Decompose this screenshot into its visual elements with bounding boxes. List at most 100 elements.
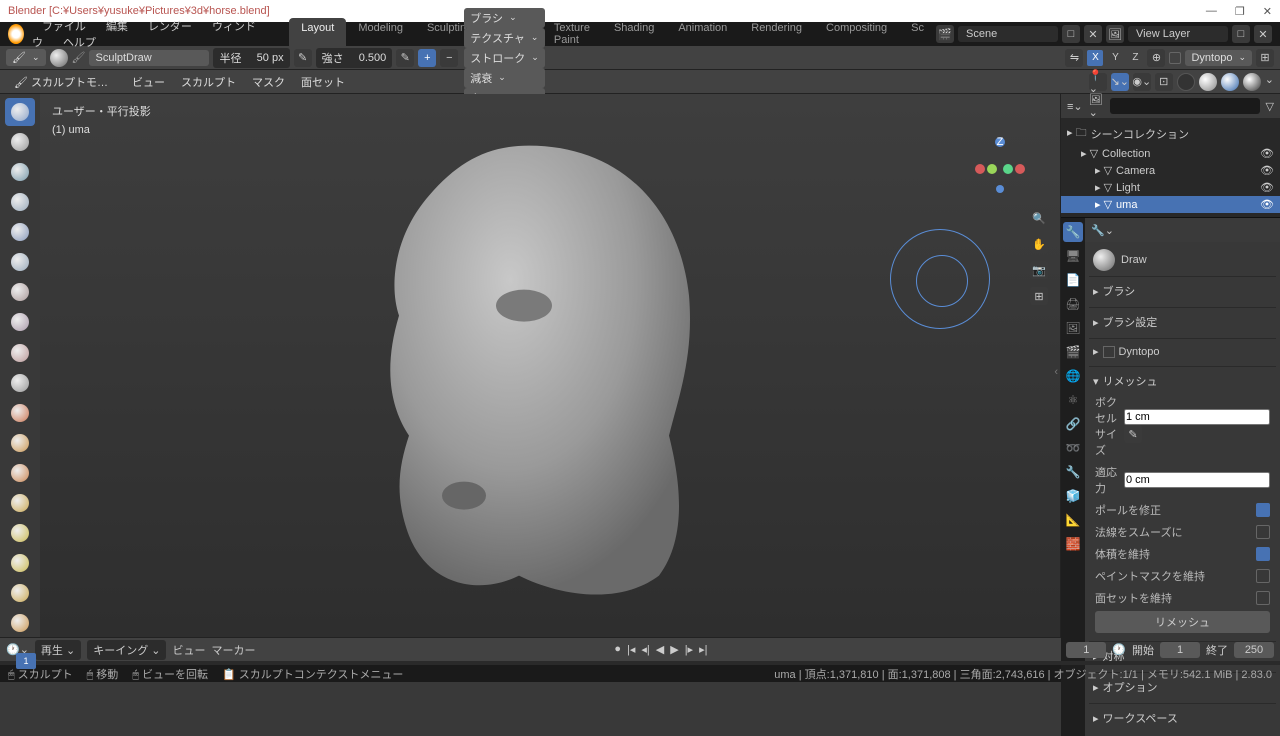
viewlayer-delete-icon[interactable]: ✕	[1254, 25, 1272, 43]
sculpt-tool-12[interactable]	[5, 459, 35, 487]
viewlayer-field[interactable]: View Layer	[1128, 26, 1228, 42]
mode-dropdown[interactable]: 🖌	[6, 49, 46, 66]
hdr-menu-マスク[interactable]: マスク	[244, 75, 293, 91]
hdr-menu-スカルプト[interactable]: スカルプト	[173, 75, 244, 91]
prop-tab-10[interactable]: 🔧	[1063, 462, 1083, 482]
dyntopo-checkbox[interactable]	[1169, 52, 1181, 64]
outliner-filter-icon[interactable]: ▽	[1266, 100, 1274, 113]
prop-tab-13[interactable]: 🧱	[1063, 534, 1083, 554]
fix-poles-checkbox[interactable]	[1256, 503, 1270, 517]
prop-tab-5[interactable]: 🎬	[1063, 342, 1083, 362]
shading-matprev-icon[interactable]	[1221, 73, 1239, 91]
end-frame-field[interactable]: 250	[1234, 642, 1274, 658]
radius-field[interactable]: 50 px	[257, 52, 284, 64]
outliner-item-uma[interactable]: ▸ ▽ uma👁	[1061, 196, 1280, 213]
brush-browse-icon[interactable]: 🖌	[72, 51, 86, 64]
zoom-icon[interactable]: 🔍	[1030, 209, 1048, 227]
direction-add-button[interactable]: +	[418, 49, 436, 67]
direction-subtract-button[interactable]: −	[440, 49, 458, 67]
prop-tab-12[interactable]: 📐	[1063, 510, 1083, 530]
workspace-tab-rendering[interactable]: Rendering	[739, 18, 814, 50]
sculpt-tool-10[interactable]	[5, 399, 35, 427]
sculpt-tool-4[interactable]	[5, 218, 35, 246]
jump-start-icon[interactable]: |◂	[625, 643, 637, 656]
tool-menu-テクスチャ[interactable]: テクスチャ	[464, 28, 545, 48]
overlay-toggle-icon[interactable]: ◉⌄	[1133, 73, 1151, 91]
sculpt-tool-2[interactable]	[5, 158, 35, 186]
pan-icon[interactable]: ✋	[1030, 235, 1048, 253]
section-dyntopo[interactable]: ▸ Dyntopo	[1091, 343, 1274, 360]
sculpt-tool-14[interactable]	[5, 519, 35, 547]
nav-gizmo[interactable]: Z	[970, 134, 1030, 194]
prop-tab-11[interactable]: 🧊	[1063, 486, 1083, 506]
adaptivity-field[interactable]	[1124, 472, 1270, 488]
hdr-menu-ビュー[interactable]: ビュー	[124, 75, 173, 91]
next-key-icon[interactable]: |▸	[683, 643, 695, 656]
prop-tab-2[interactable]: 📄	[1063, 270, 1083, 290]
gizmo-toggle-icon[interactable]: ↘⌄	[1111, 73, 1129, 91]
sculpt-tool-15[interactable]	[5, 549, 35, 577]
brush-thumb-icon[interactable]	[1093, 249, 1115, 271]
sculpt-tool-13[interactable]	[5, 489, 35, 517]
smooth-normals-checkbox[interactable]	[1256, 525, 1270, 539]
voxel-eyedropper-icon[interactable]: ✎	[1124, 425, 1142, 443]
sculpt-tool-9[interactable]	[5, 369, 35, 397]
workspace-tab-modeling[interactable]: Modeling	[346, 18, 415, 50]
mirror-icon[interactable]: ⇋	[1065, 49, 1083, 67]
keying-dropdown[interactable]: キーイング ⌄	[87, 640, 166, 660]
sculpt-tool-3[interactable]	[5, 188, 35, 216]
workspace-tab-sc[interactable]: Sc	[899, 18, 936, 50]
viewlayer-browse-icon[interactable]: 🖼	[1106, 25, 1124, 43]
shading-wireframe-icon[interactable]	[1177, 73, 1195, 91]
camera-view-icon[interactable]: 📷	[1030, 261, 1048, 279]
dyntopo-dropdown[interactable]: Dyntopo	[1185, 50, 1252, 66]
strength-pressure-icon[interactable]: ✎	[396, 49, 414, 67]
section-brush-settings[interactable]: ▸ ブラシ設定	[1091, 312, 1274, 332]
sculpt-tool-8[interactable]	[5, 339, 35, 367]
scene-new-icon[interactable]: □	[1062, 25, 1080, 43]
mirror-x-button[interactable]: X	[1087, 50, 1103, 66]
outliner-scene-collection[interactable]: ▸ 🗀 シーンコレクション	[1061, 122, 1280, 145]
timeline-marker-menu[interactable]: マーカー	[211, 642, 255, 658]
prop-tab-4[interactable]: 🖼	[1063, 318, 1083, 338]
section-brush[interactable]: ▸ ブラシ	[1091, 281, 1274, 301]
outliner-editor-icon[interactable]: ≡⌄	[1067, 100, 1083, 113]
workspace-tab-animation[interactable]: Animation	[666, 18, 739, 50]
viewlayer-new-icon[interactable]: □	[1232, 25, 1250, 43]
prev-key-icon[interactable]: ◂|	[639, 643, 651, 656]
perspective-toggle-icon[interactable]: ⊞	[1030, 287, 1048, 305]
prop-tab-0[interactable]: 🔧	[1063, 222, 1083, 242]
close-button[interactable]: ✕	[1263, 5, 1272, 18]
radius-pressure-icon[interactable]: ✎	[294, 49, 312, 67]
sculpt-tool-0[interactable]	[5, 98, 35, 126]
menu-ファイル[interactable]: ファイル	[32, 21, 96, 33]
scene-delete-icon[interactable]: ✕	[1084, 25, 1102, 43]
menu-レンダー[interactable]: レンダー	[138, 21, 202, 33]
playback-dropdown[interactable]: 再生 ⌄	[35, 640, 81, 660]
scene-browse-icon[interactable]: 🎬	[936, 25, 954, 43]
autokey-icon[interactable]: ●	[612, 643, 623, 656]
prop-tab-9[interactable]: ➿	[1063, 438, 1083, 458]
symmetry-options-icon[interactable]: ⊕	[1147, 49, 1165, 67]
sculpt-tool-17[interactable]	[5, 609, 35, 637]
play-rev-icon[interactable]: ◀	[654, 643, 666, 656]
mirror-z-button[interactable]: Z	[1127, 50, 1143, 66]
tool-menu-減衰[interactable]: 減衰	[464, 68, 545, 88]
jump-end-icon[interactable]: ▸|	[697, 643, 709, 656]
preserve-face-checkbox[interactable]	[1256, 591, 1270, 605]
viewport-3d[interactable]: ユーザー・平行投影(1) uma Z 🔍 ✋ 📷 ⊞ ‹	[40, 94, 1060, 637]
shading-rendered-icon[interactable]	[1243, 73, 1261, 91]
section-remesh[interactable]: ▾ リメッシュ	[1091, 371, 1274, 391]
xray-toggle-icon[interactable]: ⊡	[1155, 73, 1173, 91]
start-frame-field[interactable]: 1	[1160, 642, 1200, 658]
workspace-tab-texture paint[interactable]: Texture Paint	[542, 18, 602, 50]
sculpt-tool-11[interactable]	[5, 429, 35, 457]
brush-preview-icon[interactable]	[50, 49, 68, 67]
hdr-menu-面セット[interactable]: 面セット	[293, 75, 353, 91]
sculpt-tool-5[interactable]	[5, 248, 35, 276]
voxel-size-field[interactable]	[1124, 409, 1270, 425]
remesh-popover-icon[interactable]: ⊞	[1256, 49, 1274, 67]
sculpt-tool-16[interactable]	[5, 579, 35, 607]
sidebar-toggle-icon[interactable]: ‹	[1054, 366, 1058, 378]
tool-menu-ストローク[interactable]: ストローク	[464, 48, 545, 68]
